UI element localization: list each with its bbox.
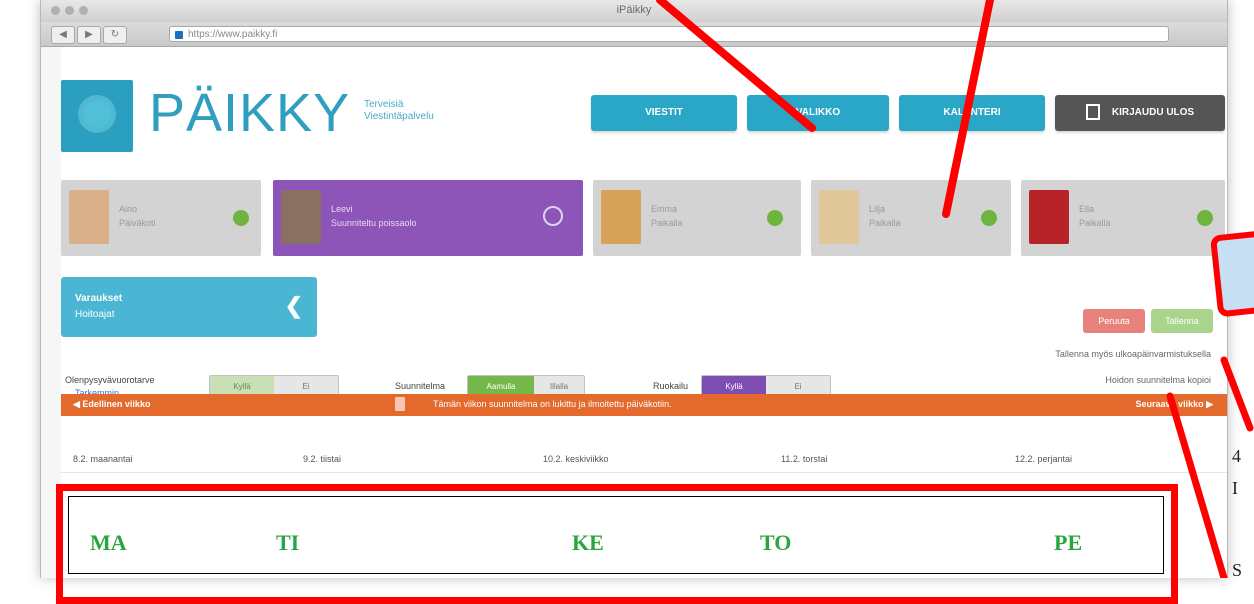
calendar-divider (61, 472, 1227, 473)
panel-subtitle: Hoitoajat (75, 309, 115, 320)
tagline-line-2: Viestintäpalvelu (364, 111, 434, 122)
save-button[interactable]: Tallenna (1151, 309, 1213, 333)
panel-title: Varaukset (75, 293, 123, 304)
next-week-button[interactable]: Seuraava viikko ▶ (1136, 399, 1213, 410)
title-bar: iPäikky (41, 0, 1227, 23)
child-card-1[interactable]: Aino Päiväkoti (61, 180, 261, 256)
day-header-mon: 8.2. maanantai (73, 454, 133, 464)
lock-icon (175, 31, 183, 39)
tagline-line-1: Terveisiä (364, 99, 404, 110)
child-card-2[interactable]: Leevi Suunniteltu poissaolo (273, 180, 583, 256)
plan-label: Suunnitelma (395, 381, 446, 391)
logout-label: KIRJAUDU ULOS (1111, 107, 1195, 118)
week-navigation-bar: ◀ Edellinen viikko Tämän viikon suunnite… (61, 394, 1227, 416)
child-name: Lilja (869, 204, 886, 214)
meal-label: Ruokailu (653, 381, 689, 391)
child-status-text: Paikalla (651, 218, 683, 228)
logout-icon (1085, 104, 1100, 121)
reload-button[interactable]: ↻ (103, 26, 127, 44)
status-present-icon (1197, 210, 1213, 226)
child-name: Emma (651, 204, 678, 214)
child-photo-1 (69, 190, 109, 244)
day-header-fri: 12.2. perjantai (1015, 454, 1073, 464)
lock-icon (395, 397, 405, 411)
child-status-text: Päiväkoti (119, 218, 156, 228)
selected-ring-icon (543, 206, 563, 226)
logo-text: PÄIKKY (149, 83, 351, 143)
child-status-text: Paikalla (1079, 218, 1111, 228)
window-title: iPäikky (616, 4, 652, 16)
child-name: Ella (1079, 204, 1095, 214)
status-present-icon (233, 210, 249, 226)
edge-text-2: I (1232, 478, 1238, 498)
day-header-wed: 10.2. keskiviikko (543, 454, 609, 464)
status-present-icon (767, 210, 783, 226)
status-present-icon (981, 210, 997, 226)
schedule-label: Olenpysyvävuorotarve (65, 375, 155, 385)
save-note-text: Tallenna myös ulkoapäinvarmistuksella (1055, 349, 1211, 359)
highlight-rectangle (56, 484, 1178, 604)
messages-button[interactable]: VIESTIT (591, 95, 737, 131)
child-card-3[interactable]: Emma Paikalla (593, 180, 801, 256)
copy-plan-link[interactable]: Hoidon suunnitelma kopioi (1105, 375, 1211, 385)
logo-tagline: Terveisiä Viestintäpalvelu (364, 99, 434, 123)
previous-week-button[interactable]: ◀ Edellinen viikko (73, 399, 150, 410)
collapse-chevron-icon[interactable]: ❮ (285, 293, 303, 319)
cancel-button[interactable]: Peruuta (1083, 309, 1145, 333)
child-photo-2 (281, 190, 321, 244)
forward-button[interactable]: ▶ (77, 26, 101, 44)
week-locked-notice: Tämän viikon suunnitelma on lukittu ja i… (433, 399, 672, 409)
reservations-panel[interactable]: Varaukset Hoitoajat ❮ (61, 277, 317, 337)
child-name: Aino (119, 204, 138, 214)
annotation-callout-box (1209, 228, 1254, 318)
child-name: Leevi (331, 204, 353, 214)
calendar-button[interactable]: KALENTERI (899, 95, 1045, 131)
logout-button[interactable]: KIRJAUDU ULOS (1055, 95, 1225, 131)
edge-text-1: 4 (1232, 446, 1241, 466)
child-photo-4 (819, 190, 859, 244)
child-photo-5 (1029, 190, 1069, 244)
day-header-tue: 9.2. tiistai (303, 454, 342, 464)
child-status-text: Paikalla (869, 218, 901, 228)
logo-icon (61, 80, 133, 152)
browser-toolbar: ◀ ▶ ↻ https://www.paikky.fi (41, 22, 1227, 47)
child-photo-3 (601, 190, 641, 244)
child-card-5[interactable]: Ella Paikalla (1021, 180, 1225, 256)
back-button[interactable]: ◀ (51, 26, 75, 44)
child-card-4[interactable]: Lilja Paikalla (811, 180, 1011, 256)
url-text: https://www.paikky.fi (188, 29, 278, 40)
day-header-thu: 11.2. torstai (781, 454, 828, 464)
menu-button[interactable]: VALIKKO (747, 95, 889, 131)
child-status-text: Suunniteltu poissaolo (331, 218, 417, 228)
address-bar[interactable]: https://www.paikky.fi (169, 26, 1169, 42)
